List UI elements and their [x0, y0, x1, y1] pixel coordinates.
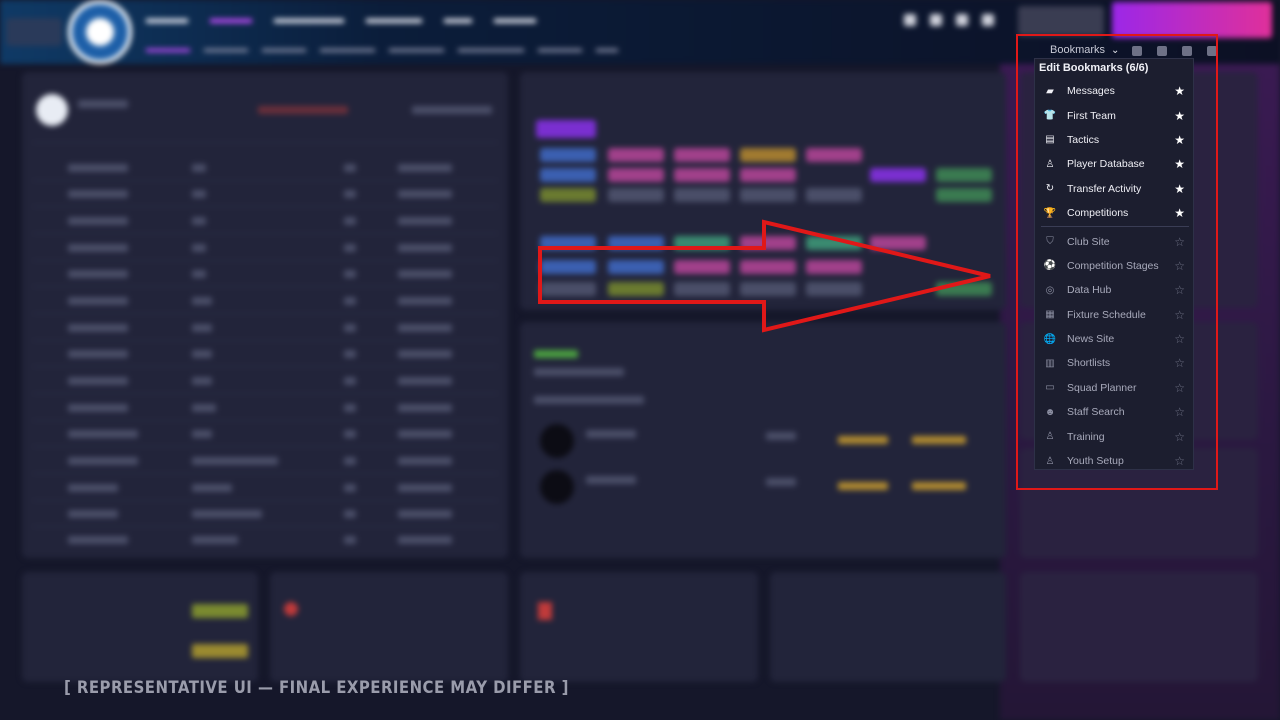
representative-ui-watermark: [ REPRESENTATIVE UI — FINAL EXPERIENCE M…: [64, 678, 569, 698]
menu-icon[interactable]: [982, 14, 994, 26]
training-panel: [520, 72, 1006, 310]
targets-panel: [1020, 572, 1258, 682]
nav-item[interactable]: ▬▬▬: [210, 10, 252, 26]
subnav-item[interactable]: ▬▬▬▬▬: [389, 43, 444, 55]
continue-button[interactable]: [1112, 2, 1272, 38]
subnav-item[interactable]: ▬▬▬▬: [538, 43, 582, 55]
subnav-item[interactable]: ▬▬▬▬▬▬: [458, 43, 524, 55]
search-icon[interactable]: [930, 14, 942, 26]
squad-panel: [22, 72, 508, 558]
subnav-item[interactable]: ▬▬: [596, 43, 618, 55]
discipline-panel: [520, 572, 758, 682]
gear-icon[interactable]: [956, 14, 968, 26]
notification-icon[interactable]: [904, 14, 916, 26]
main-nav: ▬▬▬ ▬▬▬ ▬▬▬▬▬ ▬▬▬▬ ▬▬ ▬▬▬: [146, 10, 536, 26]
subnav-item[interactable]: ▬▬▬▬: [204, 43, 248, 55]
game-date: [1018, 6, 1104, 36]
back-forward-buttons[interactable]: [6, 18, 62, 46]
subnav-item[interactable]: ▬▬▬▬: [146, 43, 190, 55]
nav-item[interactable]: ▬▬▬▬: [366, 10, 422, 26]
promises-panel: [770, 572, 1006, 682]
red-highlight-frame: [1016, 34, 1218, 490]
nav-item[interactable]: ▬▬▬▬▬: [274, 10, 344, 26]
subnav-item[interactable]: ▬▬▬▬▬: [320, 43, 375, 55]
squad-feedback-panel: [22, 572, 258, 682]
medical-centre-panel: [270, 572, 508, 682]
nav-item[interactable]: ▬▬▬: [494, 10, 536, 26]
club-logo: [68, 0, 132, 64]
top-icons: [904, 14, 994, 26]
subnav-item[interactable]: ▬▬▬▬: [262, 43, 306, 55]
sub-nav: ▬▬▬▬ ▬▬▬▬ ▬▬▬▬ ▬▬▬▬▬ ▬▬▬▬▬ ▬▬▬▬▬▬ ▬▬▬▬ ▬…: [146, 43, 618, 55]
team-badge: [36, 94, 68, 126]
nav-item[interactable]: ▬▬▬: [146, 10, 188, 26]
nav-item[interactable]: ▬▬: [444, 10, 472, 26]
youth-setup-panel: [520, 322, 1006, 558]
